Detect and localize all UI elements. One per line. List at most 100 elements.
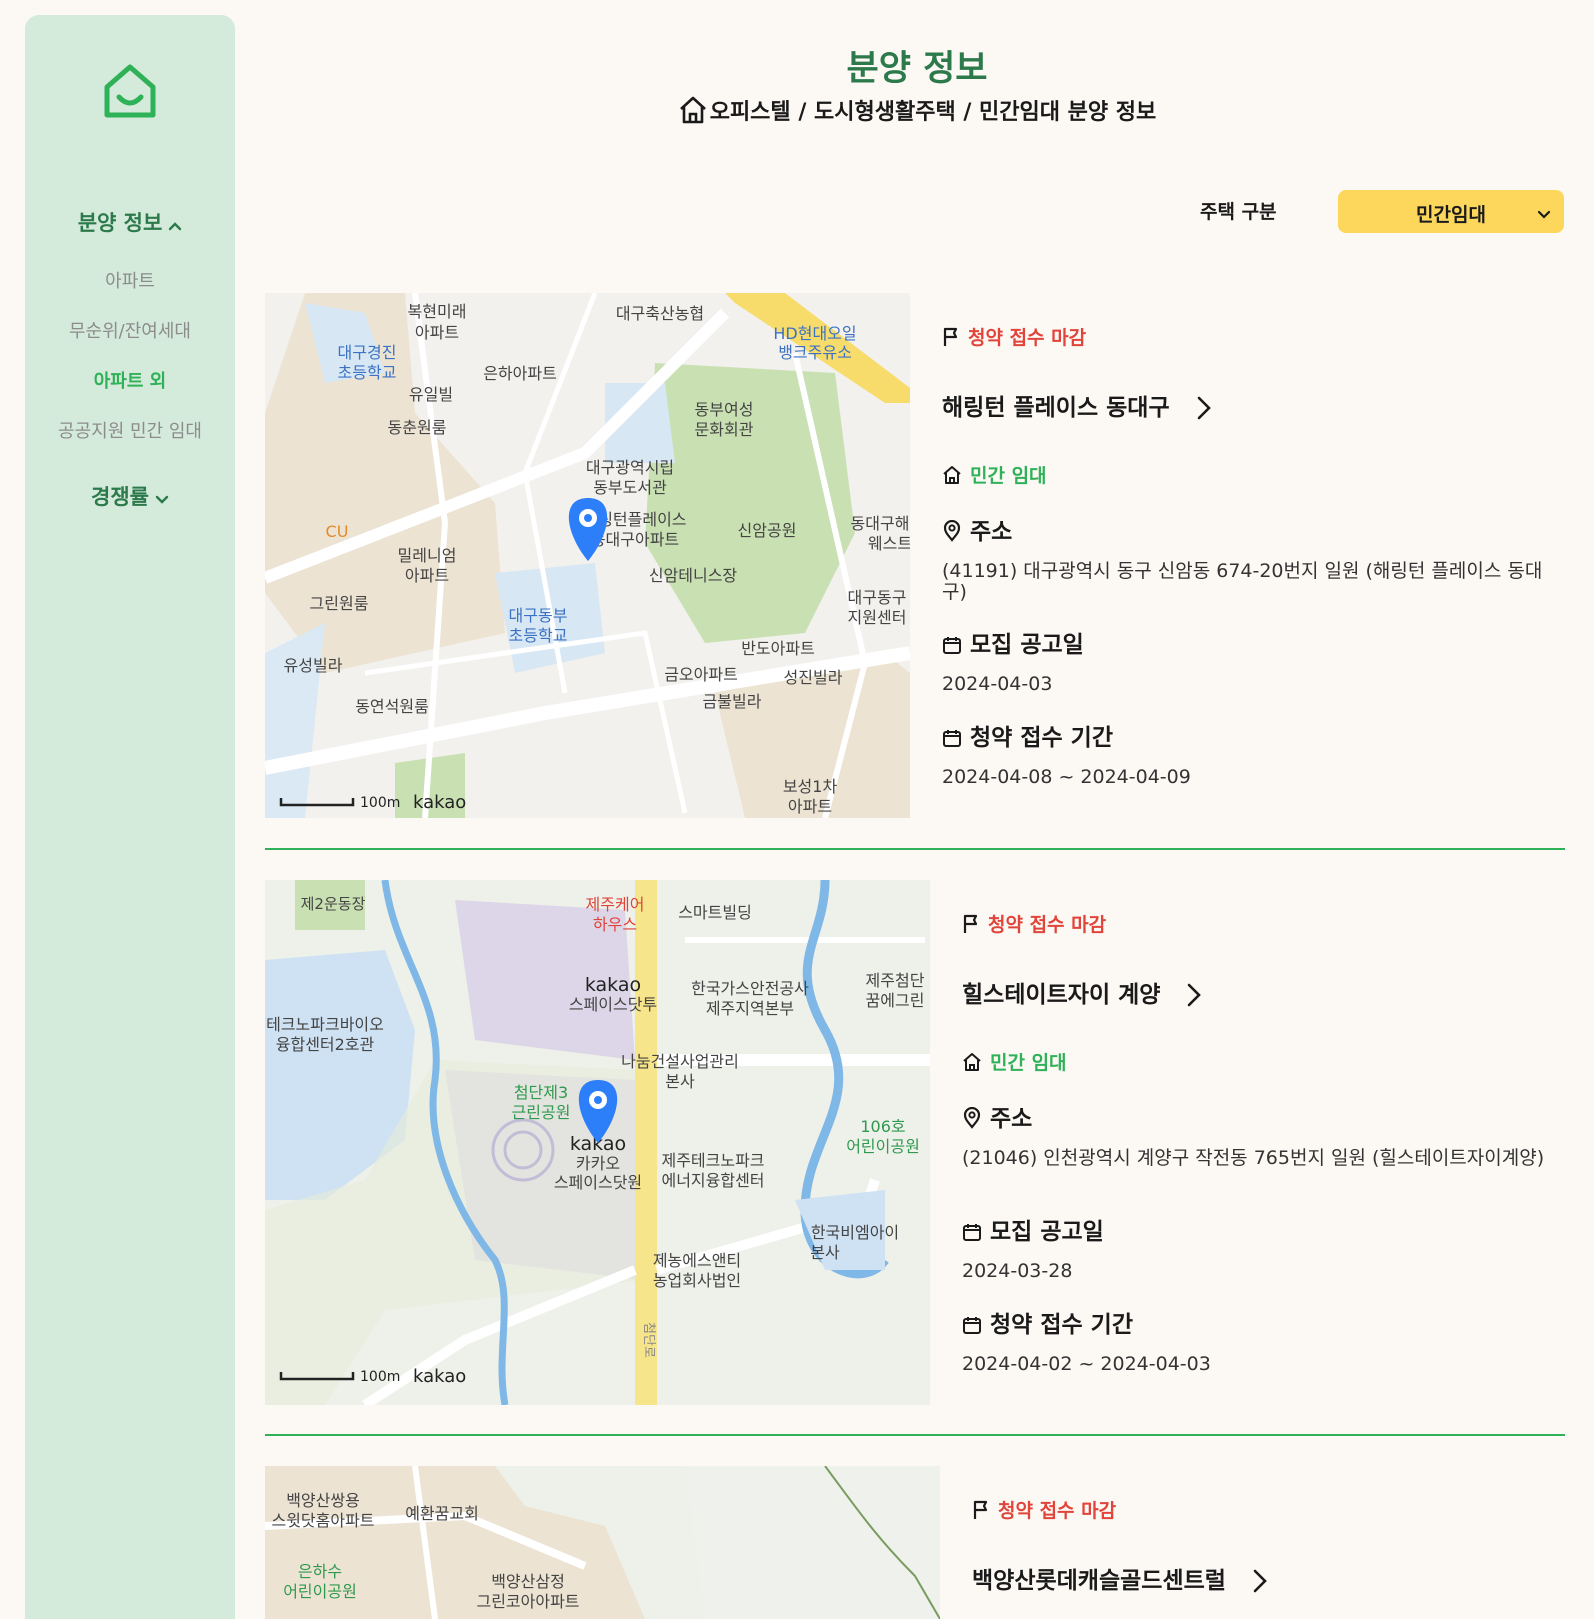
svg-text:스마트빌딩: 스마트빌딩 xyxy=(678,903,752,922)
chevron-right-icon xyxy=(1226,1568,1268,1594)
listing-name-link[interactable]: 해링턴 플레이스 동대구 xyxy=(942,388,1212,422)
svg-text:대구동구: 대구동구 xyxy=(848,588,907,607)
svg-text:대구경진: 대구경진 xyxy=(338,343,397,362)
svg-text:제2운동장: 제2운동장 xyxy=(301,895,366,913)
flag-icon xyxy=(962,914,988,936)
svg-text:꿈에그린: 꿈에그린 xyxy=(866,991,925,1010)
svg-text:제주지역본부: 제주지역본부 xyxy=(706,999,794,1018)
nav-section-label: 경쟁률 xyxy=(91,485,149,509)
map[interactable]: 백양산쌍용 스윗닷홈아파트 예환꿈교회 은하수 어린이공원 백양산삼정 그린코아… xyxy=(265,1466,940,1619)
chevron-right-icon xyxy=(1160,982,1202,1008)
sidebar-item-non-apartment[interactable]: 아파트 외 xyxy=(25,367,235,393)
address-label-text: 주소 xyxy=(970,519,1013,545)
calendar-icon xyxy=(962,1312,990,1338)
listing-name-link[interactable]: 백양산롯데캐슬골드센트럴 xyxy=(972,1561,1268,1595)
breadcrumb-text: 오피스텔 / 도시형생활주택 / 민간임대 분양 정보 xyxy=(709,100,1157,125)
svg-text:스페이스닷원: 스페이스닷원 xyxy=(554,1173,642,1192)
sidebar-item-public-rental[interactable]: 공공지원 민간 임대 xyxy=(25,417,235,443)
svg-text:백양산쌍용: 백양산쌍용 xyxy=(286,1491,360,1510)
svg-text:유일빌: 유일빌 xyxy=(409,385,453,404)
sidebar: 분양 정보 아파트 무순위/잔여세대 아파트 외 공공지원 민간 임대 경쟁률 xyxy=(25,15,235,1619)
svg-text:문화회관: 문화회관 xyxy=(695,420,754,439)
map[interactable]: 100m kakao 제2운동장 제주케어 하우스 스마트빌딩 kakao 스페… xyxy=(265,880,930,1405)
listing-name-link[interactable]: 힐스테이트자이 계양 xyxy=(962,975,1202,1009)
address-label: 주소 xyxy=(962,1099,1032,1133)
notice-date: 2024-04-03 xyxy=(942,673,1053,695)
svg-text:금불빌라: 금불빌라 xyxy=(703,692,762,711)
svg-text:106호: 106호 xyxy=(860,1117,905,1136)
chevron-right-icon xyxy=(1170,395,1212,421)
svg-text:보성1차: 보성1차 xyxy=(783,777,838,796)
svg-text:한국가스안전공사: 한국가스안전공사 xyxy=(691,979,809,998)
svg-text:은하수: 은하수 xyxy=(298,1562,342,1581)
listing-card: 백양산쌍용 스윗닷홈아파트 예환꿈교회 은하수 어린이공원 백양산삼정 그린코아… xyxy=(265,1466,1565,1619)
address-label-text: 주소 xyxy=(990,1106,1033,1132)
svg-text:첨단제3: 첨단제3 xyxy=(514,1083,568,1102)
svg-text:초등학교: 초등학교 xyxy=(509,626,568,645)
svg-text:대구광역시립: 대구광역시립 xyxy=(586,458,674,477)
status-text: 청약 접수 마감 xyxy=(998,1500,1117,1522)
notice-label-text: 모집 공고일 xyxy=(970,632,1084,658)
location-pin-icon xyxy=(962,1106,990,1132)
svg-text:밀레니엄: 밀레니엄 xyxy=(398,546,457,565)
home-icon xyxy=(942,465,970,487)
housing-type-tag: 민간 임대 xyxy=(962,1048,1067,1075)
svg-text:동연석원룸: 동연석원룸 xyxy=(355,697,429,716)
svg-text:kakao: kakao xyxy=(413,1366,466,1387)
address-value: (41191) 대구광역시 동구 신암동 674-20번지 일원 (해링턴 플레… xyxy=(942,560,1543,603)
divider xyxy=(265,1434,1565,1436)
svg-text:kakao: kakao xyxy=(585,974,641,996)
svg-text:제주테크노파크: 제주테크노파크 xyxy=(661,1151,764,1170)
calendar-icon xyxy=(942,632,970,658)
home-logo-icon[interactable] xyxy=(103,63,157,123)
svg-text:스윗닷홈아파트: 스윗닷홈아파트 xyxy=(271,1511,374,1530)
breadcrumb: 오피스텔 / 도시형생활주택 / 민간임대 분양 정보 xyxy=(240,94,1594,126)
notice-label-text: 모집 공고일 xyxy=(990,1219,1104,1245)
svg-text:100m: 100m xyxy=(360,1369,400,1385)
chevron-down-icon xyxy=(1536,204,1552,226)
status-badge: 청약 접수 마감 xyxy=(962,910,1106,937)
home-icon[interactable] xyxy=(678,96,710,125)
svg-text:초등학교: 초등학교 xyxy=(338,363,397,382)
svg-text:은하아파트: 은하아파트 xyxy=(483,364,557,383)
svg-text:예환꿈교회: 예환꿈교회 xyxy=(405,1504,479,1523)
svg-text:kakao: kakao xyxy=(413,792,466,813)
calendar-icon xyxy=(942,725,970,751)
svg-text:제주케어: 제주케어 xyxy=(586,895,645,914)
svg-text:신암공원: 신암공원 xyxy=(738,521,797,540)
svg-text:성진빌라: 성진빌라 xyxy=(784,668,843,687)
svg-text:스페이스닷투: 스페이스닷투 xyxy=(569,995,657,1014)
filter-label: 주택 구분 xyxy=(1200,201,1277,223)
notice-date: 2024-03-28 xyxy=(962,1260,1073,1282)
svg-text:복현미래: 복현미래 xyxy=(408,302,467,321)
period-label-text: 청약 접수 기간 xyxy=(990,1312,1133,1338)
svg-text:근린공원: 근린공원 xyxy=(512,1103,571,1122)
housing-type-select[interactable]: 민간임대 xyxy=(1338,190,1564,233)
svg-text:동부도서관: 동부도서관 xyxy=(593,478,667,497)
svg-text:첨단로: 첨단로 xyxy=(641,1322,656,1358)
flag-icon xyxy=(942,327,968,349)
home-icon xyxy=(962,1052,990,1074)
svg-text:나눔건설사업관리: 나눔건설사업관리 xyxy=(621,1052,739,1071)
status-text: 청약 접수 마감 xyxy=(988,914,1107,936)
location-pin-icon xyxy=(942,519,970,545)
housing-type-value: 민간임대 xyxy=(1416,204,1486,226)
housing-type-tag: 민간 임대 xyxy=(942,461,1047,488)
sidebar-item-apartment[interactable]: 아파트 xyxy=(25,267,235,293)
listing-name: 힐스테이트자이 계양 xyxy=(962,982,1161,1008)
divider xyxy=(265,848,1565,850)
listing-card: 100m kakao 복현미래 아파트 대구축산농협 HD현대오일 뱅크주유소 … xyxy=(265,293,1565,818)
svg-text:카카오: 카카오 xyxy=(576,1154,620,1173)
svg-text:지원센터: 지원센터 xyxy=(848,608,907,627)
sidebar-item-unranked[interactable]: 무순위/잔여세대 xyxy=(25,317,235,343)
nav-section-competition[interactable]: 경쟁률 xyxy=(25,481,235,511)
svg-text:본사: 본사 xyxy=(810,1243,840,1262)
svg-text:그린코아아파트: 그린코아아파트 xyxy=(476,1592,579,1611)
nav-section-sale-info[interactable]: 분양 정보 xyxy=(25,207,235,237)
map[interactable]: 100m kakao 복현미래 아파트 대구축산농협 HD현대오일 뱅크주유소 … xyxy=(265,293,910,818)
svg-text:그린원룸: 그린원룸 xyxy=(310,594,369,613)
svg-text:테크노파크바이오: 테크노파크바이오 xyxy=(266,1015,384,1034)
address-value: (21046) 인천광역시 계양구 작전동 765번지 일원 (힐스테이트자이계… xyxy=(962,1147,1545,1169)
svg-text:신암테니스장: 신암테니스장 xyxy=(649,566,738,585)
svg-text:제주첨단: 제주첨단 xyxy=(866,971,925,990)
